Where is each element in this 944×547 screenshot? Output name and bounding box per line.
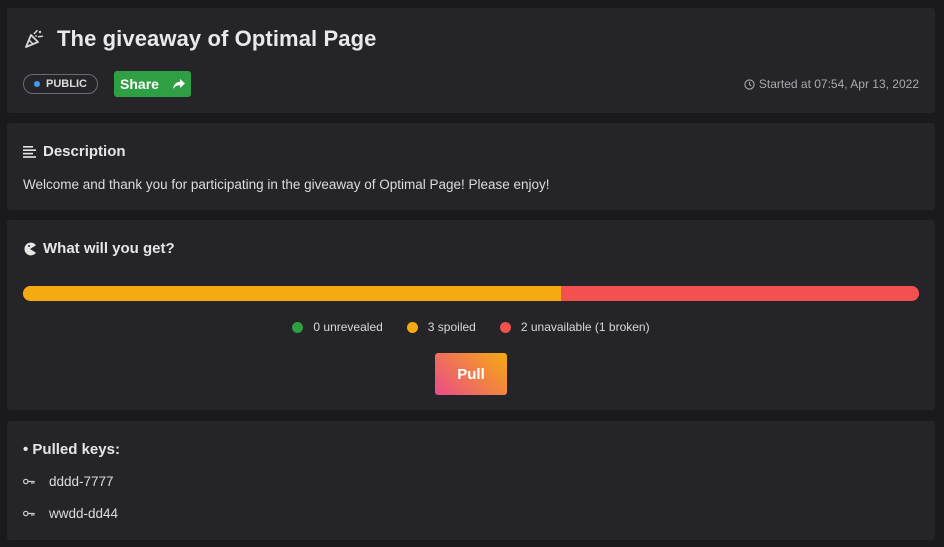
progress-unavailable	[560, 286, 919, 301]
key-icon	[23, 478, 37, 485]
align-left-icon	[23, 145, 37, 158]
started-at: Started at 07:54, Apr 13, 2022	[744, 77, 919, 91]
description-heading: Description	[23, 143, 126, 160]
progress-legend: 0 unrevealed 3 spoiled 2 unavailable (1 …	[7, 320, 935, 334]
key-value: wwdd-dd44	[49, 506, 119, 521]
pacman-icon	[23, 242, 37, 256]
share-button-label: Share	[120, 76, 159, 92]
legend-label-unrevealed: 0 unrevealed	[313, 320, 383, 334]
party-popper-icon	[23, 28, 45, 50]
legend-item-spoiled: 3 spoiled	[406, 320, 476, 334]
legend-dot-unavailable	[499, 321, 511, 333]
pulled-keys-card: • Pulled keys: dddd-7777 wwdd-dd44	[7, 421, 935, 540]
pulled-keys-title: • Pulled keys:	[23, 441, 120, 458]
legend-item-unavailable: 2 unavailable (1 broken)	[499, 320, 650, 334]
list-item: dddd-7777	[23, 474, 114, 489]
description-title: Description	[43, 143, 126, 160]
description-text: Welcome and thank you for participating …	[23, 177, 550, 192]
share-arrow-icon	[172, 78, 185, 90]
visibility-badge-label: PUBLIC	[46, 78, 87, 90]
title-row: The giveaway of Optimal Page	[23, 26, 376, 52]
description-card: Description Welcome and thank you for pa…	[7, 123, 935, 210]
legend-item-unrevealed: 0 unrevealed	[292, 320, 383, 334]
clock-icon	[744, 78, 755, 90]
legend-label-unavailable: 2 unavailable (1 broken)	[520, 320, 650, 334]
share-button[interactable]: Share	[114, 71, 191, 97]
pull-button[interactable]: Pull	[435, 353, 507, 395]
key-icon	[23, 510, 37, 517]
legend-dot-unrevealed	[292, 321, 304, 333]
status-dot	[34, 81, 40, 87]
prize-card: What will you get? 0 unrevealed 3 spoile…	[7, 220, 935, 410]
prize-title: What will you get?	[43, 240, 175, 257]
progress-spoiled	[23, 286, 561, 301]
legend-dot-spoiled	[406, 321, 418, 333]
started-at-text: Started at 07:54, Apr 13, 2022	[758, 77, 919, 91]
prize-heading: What will you get?	[23, 240, 175, 257]
giveaway-header-card: The giveaway of Optimal Page PUBLIC Shar…	[7, 8, 935, 113]
key-status-progress-bar	[23, 286, 919, 301]
list-item: wwdd-dd44	[23, 506, 118, 521]
key-value: dddd-7777	[49, 474, 114, 489]
page-title: The giveaway of Optimal Page	[57, 26, 377, 51]
visibility-badge: PUBLIC	[23, 74, 98, 94]
legend-label-spoiled: 3 spoiled	[427, 320, 476, 334]
